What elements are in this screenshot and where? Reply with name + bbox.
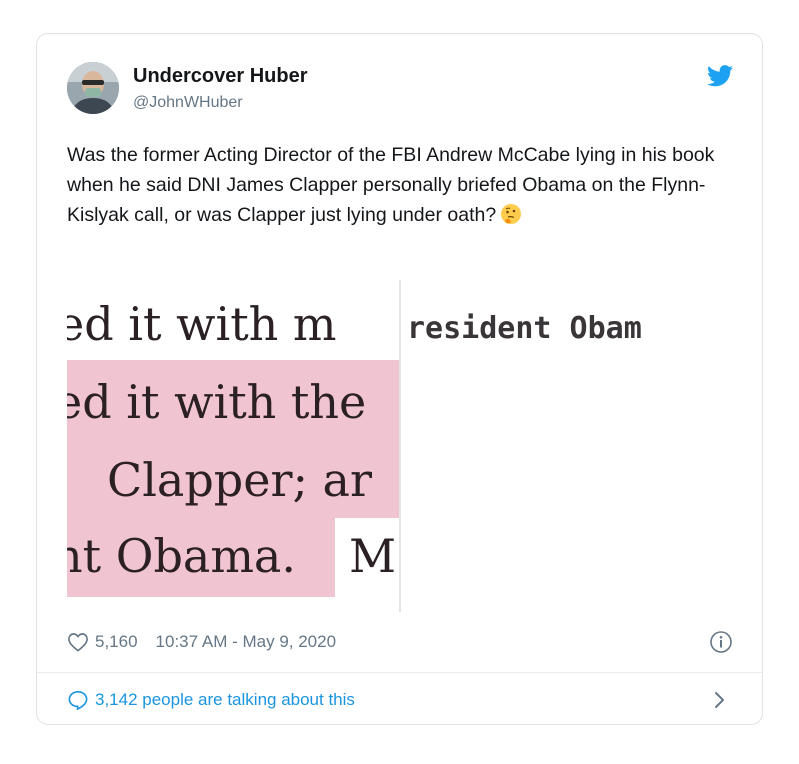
tweet-body: Was the former Acting Director of the FB… <box>67 144 715 226</box>
avatar-image <box>67 62 119 114</box>
like-count[interactable]: 5,160 <box>95 632 138 652</box>
display-name[interactable]: Undercover Huber <box>133 65 308 88</box>
avatar[interactable] <box>67 62 119 114</box>
tweet-card[interactable]: Undercover Huber @JohnWHuber Was the for… <box>36 33 763 725</box>
tweet-timestamp[interactable]: 10:37 AM - May 9, 2020 <box>156 632 337 652</box>
info-circle-icon[interactable] <box>709 630 733 654</box>
excerpt-line-1-overlay: resident Obam <box>407 311 642 346</box>
footer-divider <box>37 672 762 673</box>
tweet-media-image[interactable]: ed it with m resident Obam ed it with th… <box>67 280 735 612</box>
speech-bubble-icon <box>68 690 88 710</box>
tweet-meta-row: 5,160 10:37 AM - May 9, 2020 <box>67 630 336 654</box>
user-handle[interactable]: @JohnWHuber <box>133 94 243 112</box>
excerpt-line-3: Clapper; ar <box>107 453 372 507</box>
twitter-bird-icon[interactable] <box>707 65 733 87</box>
excerpt-line-4: nt Obama. <box>67 529 296 583</box>
book-excerpt-image: ed it with m resident Obam ed it with th… <box>67 280 642 612</box>
thinking-face-emoji-icon <box>501 204 522 224</box>
conversation-count[interactable]: 3,142 people are talking about this <box>95 690 355 710</box>
tweet-text: Was the former Acting Director of the FB… <box>67 140 742 230</box>
heart-outline-icon[interactable] <box>67 632 89 652</box>
excerpt-line-4-tail: M <box>349 529 396 583</box>
excerpt-line-1: ed it with m <box>67 297 337 351</box>
excerpt-line-2: ed it with the <box>67 375 366 429</box>
conversation-link[interactable]: 3,142 people are talking about this <box>67 688 355 712</box>
chevron-right-icon[interactable] <box>713 690 727 710</box>
